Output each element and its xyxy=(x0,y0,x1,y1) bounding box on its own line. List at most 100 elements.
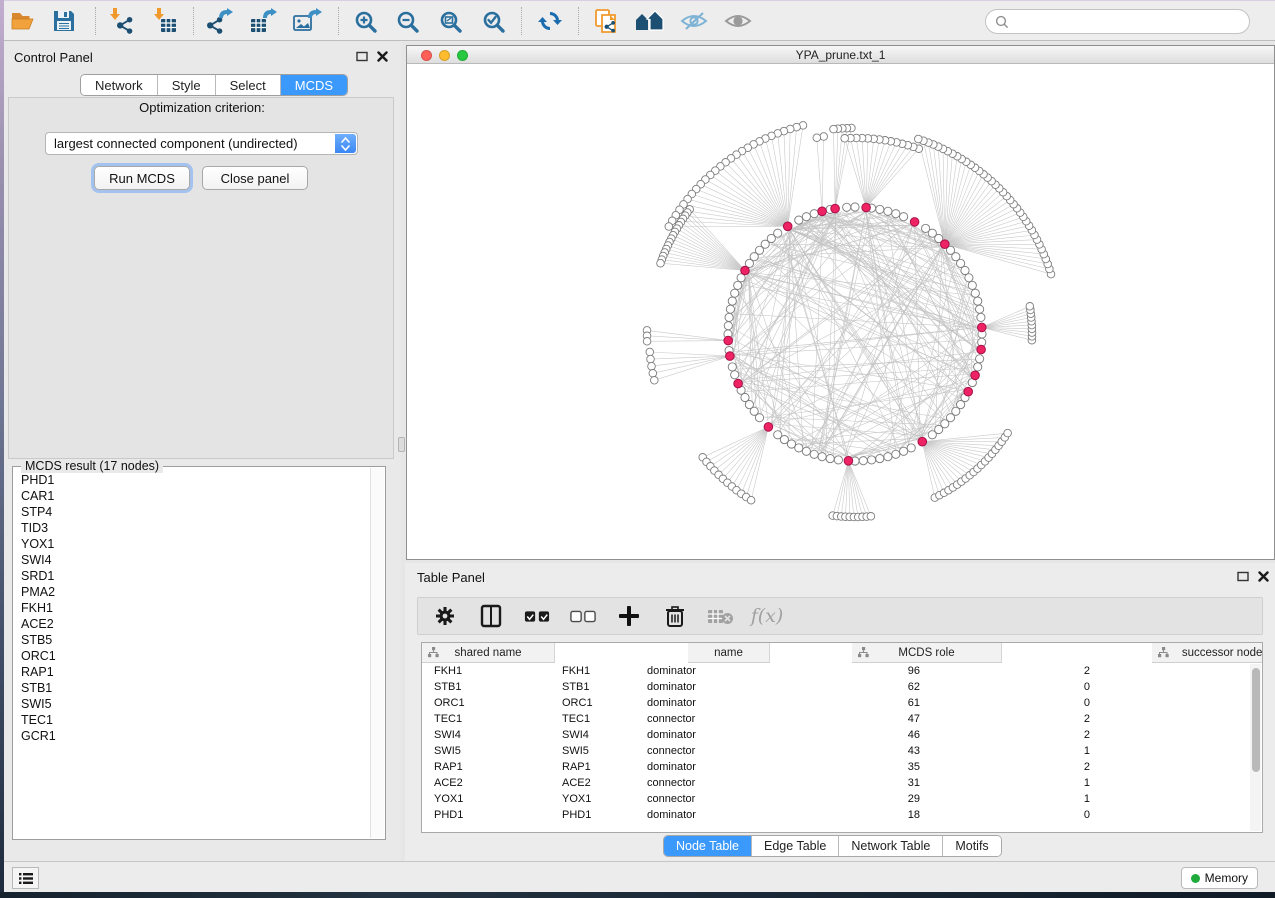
close-panel-button[interactable]: Close panel xyxy=(202,166,308,190)
mcds-result-item[interactable]: STP4 xyxy=(21,504,370,520)
table-row[interactable]: PHD1PHD1dominator180 xyxy=(422,807,1262,823)
first-neighbors-icon[interactable] xyxy=(632,4,668,38)
mcds-result-item[interactable]: STB5 xyxy=(21,632,370,648)
panel-splitter-handle[interactable] xyxy=(398,437,405,452)
mcds-result-item[interactable]: SRD1 xyxy=(21,568,370,584)
refresh-layout-icon[interactable] xyxy=(532,4,568,38)
tab-edge-table[interactable]: Edge Table xyxy=(752,836,839,856)
cell-shared-name: SWI5 xyxy=(434,743,555,759)
cell-successor-nodes: 47 xyxy=(787,711,920,727)
mcds-result-item[interactable]: STB1 xyxy=(21,680,370,696)
mcds-result-item[interactable]: ACE2 xyxy=(21,616,370,632)
table-row[interactable]: ACE2ACE2connector311 xyxy=(422,775,1262,791)
float-table-panel-icon[interactable] xyxy=(1237,571,1249,582)
cell-successor-nodes: 35 xyxy=(787,759,920,775)
cell-MCDS-role: connector xyxy=(647,711,787,727)
table-vertical-scrollbar[interactable] xyxy=(1250,664,1261,831)
mcds-result-item[interactable]: FKH1 xyxy=(21,600,370,616)
shared-column-icon xyxy=(1158,647,1169,658)
close-panel-icon[interactable] xyxy=(377,51,388,62)
tab-network-table[interactable]: Network Table xyxy=(839,836,943,856)
zoom-selected-icon[interactable] xyxy=(475,4,511,38)
optimization-criterion-select[interactable]: largest connected component (undirected) xyxy=(45,132,358,155)
delete-column-icon[interactable] xyxy=(662,602,688,630)
control-panel-tabs: NetworkStyleSelectMCDS xyxy=(80,74,348,96)
run-mcds-button[interactable]: Run MCDS xyxy=(94,166,190,190)
mcds-result-item[interactable]: PMA2 xyxy=(21,584,370,600)
mcds-result-item[interactable]: GCR1 xyxy=(21,728,370,744)
table-row[interactable]: SWI5SWI5connector431 xyxy=(422,743,1262,759)
cell-MCDS-role: dominator xyxy=(647,679,787,695)
mcds-result-item[interactable]: TID3 xyxy=(21,520,370,536)
mcds-result-item[interactable]: TEC1 xyxy=(21,712,370,728)
import-table-icon[interactable] xyxy=(148,4,184,38)
close-table-panel-icon[interactable] xyxy=(1258,571,1269,582)
search-box[interactable] xyxy=(985,9,1250,34)
scrollbar-thumb[interactable] xyxy=(1252,668,1260,772)
zoom-in-icon[interactable] xyxy=(347,4,383,38)
add-column-icon[interactable] xyxy=(616,602,642,630)
export-network-icon[interactable] xyxy=(202,4,238,38)
table-row[interactable]: FKH1FKH1dominator962 xyxy=(422,663,1262,679)
mcds-result-item[interactable]: PHD1 xyxy=(21,472,370,488)
show-columns-icon[interactable] xyxy=(478,602,504,630)
tab-node-table[interactable]: Node Table xyxy=(664,836,752,856)
tab-select[interactable]: Select xyxy=(216,75,281,95)
node-table: shared name name MCDS role successor nod… xyxy=(421,642,1263,833)
mcds-result-item[interactable]: SWI5 xyxy=(21,696,370,712)
delete-table-icon xyxy=(708,602,734,630)
table-tabs: Node TableEdge TableNetwork TableMotifs xyxy=(663,835,1002,857)
cell-successor-nodes: 29 xyxy=(787,791,920,807)
mcds-result-item[interactable]: SWI4 xyxy=(21,552,370,568)
zoom-out-icon[interactable] xyxy=(389,4,425,38)
cell-successor-nodes: 61 xyxy=(787,695,920,711)
desktop-edge-bottom xyxy=(0,892,1275,898)
cytoscape-window: Control Panel NetworkStyleSelectMCDS Opt… xyxy=(4,0,1275,892)
import-network-icon[interactable] xyxy=(104,4,140,38)
column-header-successor-nodes[interactable]: successor nodes xyxy=(1152,643,1263,663)
zoom-fit-icon[interactable] xyxy=(432,4,468,38)
task-history-button[interactable] xyxy=(12,867,39,889)
column-header-name[interactable]: name xyxy=(688,643,770,663)
shared-column-icon xyxy=(858,647,869,658)
tab-network[interactable]: Network xyxy=(81,75,158,95)
open-file-icon[interactable] xyxy=(6,4,42,38)
table-row[interactable]: RAP1RAP1dominator352 xyxy=(422,759,1262,775)
show-all-icon[interactable] xyxy=(720,4,756,38)
mcds-result-item[interactable]: YOX1 xyxy=(21,536,370,552)
table-row[interactable]: YOX1YOX1connector291 xyxy=(422,791,1262,807)
settings-gear-icon[interactable] xyxy=(432,602,458,630)
float-panel-icon[interactable] xyxy=(356,51,368,62)
select-all-checks-icon[interactable] xyxy=(524,602,550,630)
column-header-shared-name[interactable]: shared name xyxy=(422,643,555,663)
export-image-icon[interactable] xyxy=(290,4,326,38)
network-canvas[interactable] xyxy=(407,64,1274,559)
table-row[interactable]: TEC1TEC1connector472 xyxy=(422,711,1262,727)
table-row[interactable]: ORC1ORC1dominator610 xyxy=(422,695,1262,711)
deselect-all-checks-icon[interactable] xyxy=(570,602,596,630)
search-input[interactable] xyxy=(1013,12,1233,32)
cell-predecessor-nodes: 0 xyxy=(934,679,1090,695)
mcds-result-list[interactable]: PHD1CAR1STP4TID3YOX1SWI4SRD1PMA2FKH1ACE2… xyxy=(14,468,370,838)
cell-name: ORC1 xyxy=(562,695,637,711)
mcds-list-scrollbar[interactable] xyxy=(370,468,384,838)
export-table-icon[interactable] xyxy=(246,4,282,38)
network-window-titlebar[interactable]: YPA_prune.txt_1 xyxy=(407,46,1274,64)
mcds-result-item[interactable]: ORC1 xyxy=(21,648,370,664)
mcds-result-item[interactable]: RAP1 xyxy=(21,664,370,680)
status-bar: Memory xyxy=(4,861,1275,892)
table-row[interactable]: SWI4SWI4dominator462 xyxy=(422,727,1262,743)
cell-shared-name: ACE2 xyxy=(434,775,555,791)
tab-motifs[interactable]: Motifs xyxy=(943,836,1000,856)
tab-mcds[interactable]: MCDS xyxy=(281,75,347,95)
tab-style[interactable]: Style xyxy=(158,75,216,95)
mcds-result-item[interactable]: CAR1 xyxy=(21,488,370,504)
table-row[interactable]: STB1STB1dominator620 xyxy=(422,679,1262,695)
network-graph[interactable] xyxy=(407,64,1274,559)
save-session-icon[interactable] xyxy=(46,4,82,38)
optimization-criterion-label: Optimization criterion: xyxy=(4,100,400,115)
copy-network-icon[interactable] xyxy=(588,4,624,38)
column-header-MCDS-role[interactable]: MCDS role xyxy=(852,643,1002,663)
hide-selected-icon[interactable] xyxy=(676,4,712,38)
memory-button[interactable]: Memory xyxy=(1181,867,1258,889)
